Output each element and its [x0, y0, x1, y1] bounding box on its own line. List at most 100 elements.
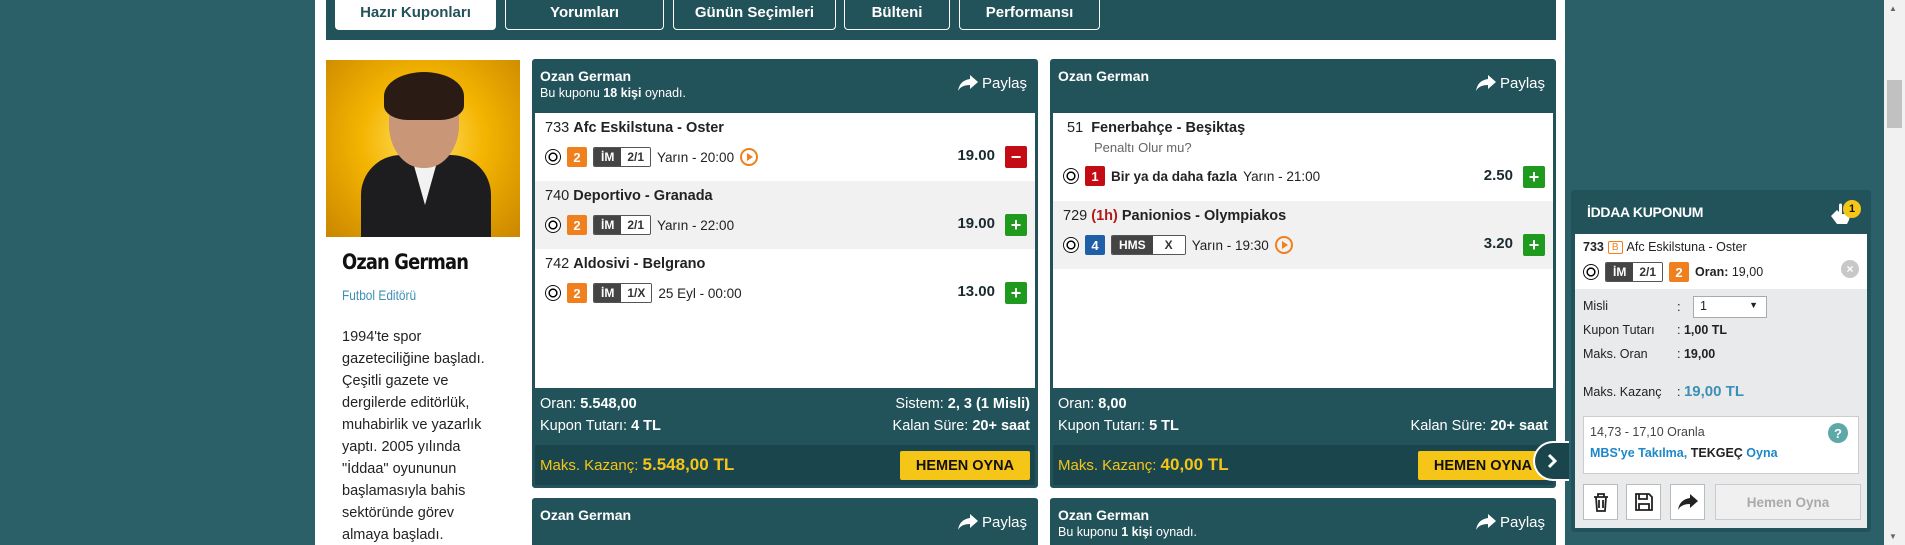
- match-date: Yarın - 22:00: [657, 217, 735, 233]
- share-arrow-icon: [1677, 494, 1698, 510]
- editor-photo: [326, 60, 520, 237]
- add-selection-button[interactable]: +: [1005, 282, 1027, 304]
- match-title: 51 Fenerbahçe - Beşiktaş: [1067, 120, 1246, 136]
- live-play-icon[interactable]: [740, 148, 759, 166]
- remove-selection-button[interactable]: −: [1005, 146, 1027, 168]
- betting-slip: İDDAA KUPONUM 1 733 B Afc Eskilstuna - O…: [1571, 190, 1871, 532]
- coupon-card: Ozan German Paylaş: [532, 498, 1038, 545]
- coupon-oran: Oran: 8,00: [1058, 396, 1127, 412]
- coupon-card: Ozan German Paylaş 51 Fenerbahçe - Beşik…: [1050, 59, 1556, 488]
- coupon-tutar: Kupon Tutarı: 5 TL: [1058, 418, 1179, 434]
- slip-count: 1: [1827, 200, 1861, 226]
- share-button[interactable]: Paylaş: [957, 513, 1027, 531]
- remove-item-icon[interactable]: ×: [1841, 260, 1859, 278]
- editor-tabbar: Hazır Kuponları Yorumları Günün Seçimler…: [326, 0, 1556, 40]
- add-selection-button[interactable]: +: [1523, 166, 1545, 188]
- tutar-value: 1,00 TL: [1683, 323, 1728, 337]
- coupon-summary: Oran: 5.548,00 Sistem: 2, 3 (1 Misli) Ku…: [535, 388, 1035, 485]
- chevron-down-icon: ▼: [1749, 300, 1758, 310]
- misli-label: Misli: [1583, 299, 1608, 313]
- editor-name: Ozan German: [342, 250, 469, 274]
- slip-title: İDDAA KUPONUM: [1587, 204, 1704, 220]
- football-icon: [1063, 237, 1079, 253]
- hemen-oyna-button[interactable]: HEMEN OYNA: [900, 451, 1030, 480]
- hemen-oyna-button[interactable]: HEMEN OYNA: [1418, 451, 1548, 480]
- match-title: 729 (1h) Panionios - Olympiakos: [1063, 208, 1287, 224]
- tab-yorumlari[interactable]: Yorumları: [505, 0, 664, 30]
- scrollbar-thumb[interactable]: [1887, 80, 1902, 128]
- slip-play-button[interactable]: Hemen Oyna: [1715, 484, 1861, 520]
- coupon-kalan-sure: Kalan Süre: 20+ saat: [892, 418, 1030, 434]
- match-row: 729 (1h) Panionios - Olympiakos 4 HMS X Y…: [1053, 201, 1553, 269]
- mbs-badge: 2: [1669, 262, 1690, 282]
- football-icon: [1583, 264, 1599, 280]
- coupon-tutar: Kupon Tutarı: 4 TL: [540, 418, 661, 434]
- share-arrow-icon: [957, 514, 978, 530]
- add-selection-button[interactable]: +: [1523, 234, 1545, 256]
- match-note: Penaltı Olur mu?: [1094, 140, 1192, 155]
- bet-type: İM 2/1: [593, 147, 652, 167]
- live-play-icon[interactable]: [1274, 236, 1293, 254]
- mbs-range: 14,73 - 17,10 Oranla: [1590, 425, 1705, 439]
- add-selection-button[interactable]: +: [1005, 214, 1027, 236]
- share-button[interactable]: Paylaş: [957, 74, 1027, 92]
- coupon-author: Ozan German: [540, 507, 632, 523]
- coupon-maks-kazanc: Maks. Kazanç: 5.548,00 TL: [540, 455, 735, 474]
- coupon-sistem: Sistem: 2, 3 (1 Misli): [895, 396, 1030, 412]
- oyna-link[interactable]: Oyna: [1746, 446, 1777, 460]
- match-row: 733 Afc Eskilstuna - Oster 2 İM 2/1 Yarın…: [535, 113, 1035, 181]
- delete-coupon-button[interactable]: [1583, 484, 1618, 520]
- tutar-label: Kupon Tutarı: [1583, 323, 1655, 337]
- match-date: Yarın - 20:00: [657, 149, 735, 165]
- tab-hazir-kuponlari[interactable]: Hazır Kuponları: [335, 0, 496, 30]
- odd-value: 2.50: [1483, 167, 1513, 184]
- editor-role: Futbol Editörü: [342, 287, 417, 303]
- tab-bulteni[interactable]: Bülteni: [844, 0, 950, 30]
- coupon-header: Ozan German Bu kuponu 1 kişi oynadı. Pay…: [1053, 501, 1553, 545]
- share-coupon-button[interactable]: [1670, 484, 1705, 520]
- share-arrow-icon: [1475, 514, 1496, 530]
- slip-item-badge: B: [1607, 240, 1623, 254]
- coupon-header: Ozan German Bu kuponu 18 kişi oynadı. Pa…: [535, 62, 1035, 113]
- trash-icon: [1593, 493, 1608, 512]
- share-arrow-icon: [957, 75, 978, 91]
- share-button[interactable]: Paylaş: [1475, 513, 1545, 531]
- mbs-link[interactable]: MBS'ye Takılma,: [1590, 446, 1687, 460]
- chevron-right-icon: [1547, 453, 1558, 469]
- odd-value: 13.00: [957, 283, 995, 300]
- editor-profile: Ozan German Futbol Editörü 1994'te spor g…: [326, 60, 520, 545]
- share-button[interactable]: Paylaş: [1475, 74, 1545, 92]
- coupon-author: Ozan German: [1058, 507, 1150, 523]
- odd-value: 3.20: [1483, 235, 1513, 252]
- save-coupon-button[interactable]: [1626, 484, 1661, 520]
- odd-value: 19.00: [957, 147, 995, 164]
- mbs-badge: 2: [567, 147, 587, 167]
- coupon-played-count: Bu kuponu 1 kişi oynadı.: [1058, 525, 1198, 539]
- match-date: 25 Eyl - 00:00: [658, 285, 742, 301]
- help-icon[interactable]: ?: [1828, 423, 1848, 443]
- match-date: Yarın - 19:30: [1191, 237, 1269, 253]
- bet-type: İM 2/1: [1605, 262, 1664, 282]
- slip-count-badge: 1: [1843, 200, 1861, 218]
- maks-kazanc-label: Maks. Kazanç: [1583, 385, 1662, 399]
- tab-gunun-secimleri[interactable]: Günün Seçimleri: [673, 0, 836, 30]
- tab-performansi[interactable]: Performansı: [959, 0, 1100, 30]
- football-icon: [545, 285, 561, 301]
- coupon-card: Ozan German Bu kuponu 18 kişi oynadı. Pa…: [532, 59, 1038, 488]
- page-scrollbar[interactable]: ▲ ▼: [1884, 0, 1905, 545]
- football-icon: [1063, 168, 1079, 184]
- coupon-author: Ozan German: [1058, 68, 1150, 84]
- bet-type: HMS X: [1111, 235, 1186, 255]
- coupon-header: Ozan German Paylaş: [1053, 62, 1553, 113]
- tekgec-label: TEKGEÇ: [1690, 446, 1743, 460]
- mbs-info-box: 14,73 - 17,10 Oranla MBS'ye Takılma, TEK…: [1583, 416, 1859, 474]
- misli-select[interactable]: 1 ▼: [1693, 296, 1767, 318]
- next-slide-button[interactable]: [1533, 441, 1569, 481]
- coupon-played-count: Bu kuponu 18 kişi oynadı.: [540, 86, 686, 100]
- coupon-kalan-sure: Kalan Süre: 20+ saat: [1410, 418, 1548, 434]
- coupon-oran: Oran: 5.548,00: [540, 396, 637, 412]
- match-row: 740 Deportivo - Granada 2 İM 2/1 Yarın - …: [535, 181, 1035, 249]
- maks-kazanc-value: 19,00 TL: [1683, 383, 1744, 400]
- match-title: 742 Aldosivi - Belgrano: [545, 256, 706, 272]
- match-title: 733 Afc Eskilstuna - Oster: [545, 120, 724, 136]
